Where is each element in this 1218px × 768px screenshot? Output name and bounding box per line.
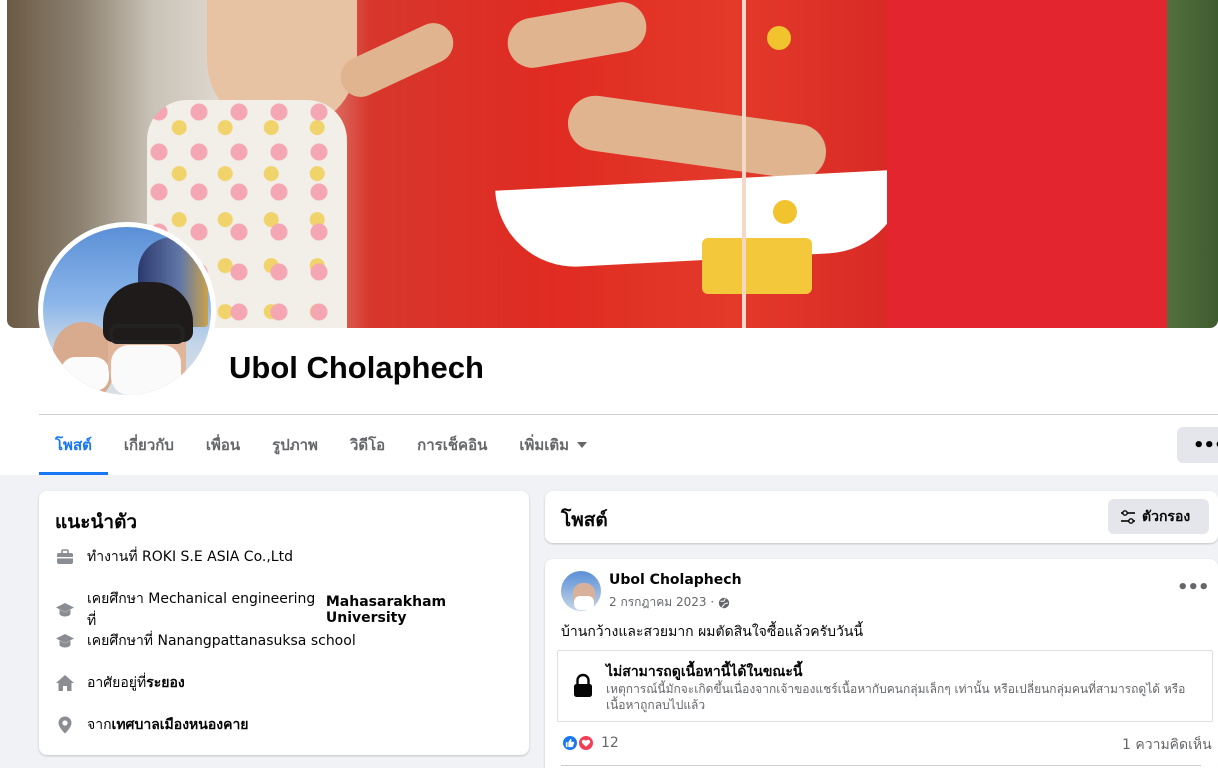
tab-label: รูปภาพ (272, 436, 318, 454)
post-reactions[interactable]: 12 (561, 734, 619, 752)
tab-friends[interactable]: เพื่อน (190, 415, 256, 475)
lock-icon (574, 673, 592, 697)
cover-seam (742, 0, 746, 328)
unavailable-content-notice: ไม่สามารถดูเนื้อหานี้ได้ในขณะนี้ เหตุการ… (557, 650, 1213, 722)
tab-label: โพสต์ (55, 436, 92, 454)
intro-card: แนะนำตัว ทำงานที่ ROKI S.E ASIA Co.,Ltd … (39, 491, 529, 755)
tab-label: การเช็คอิน (417, 436, 488, 454)
avatar[interactable] (43, 227, 211, 395)
cover-button (767, 26, 791, 50)
avatar-mask (574, 596, 594, 610)
tab-photos[interactable]: รูปภาพ (256, 415, 334, 475)
unavailable-title: ไม่สามารถดูเนื้อหานี้ได้ในขณะนี้ (606, 664, 803, 680)
graduation-cap-icon (56, 634, 74, 648)
intro-item-link[interactable]: ระยอง (146, 672, 185, 694)
tab-checkins[interactable]: การเช็คอิน (401, 415, 503, 475)
tab-label: เพื่อน (205, 436, 241, 454)
filter-button[interactable]: ตัวกรอง (1108, 499, 1209, 534)
filter-label: ตัวกรอง (1142, 508, 1191, 525)
cover-buckle (702, 238, 812, 294)
intro-item-link[interactable]: เทศบาลเมืองหนองคาย (112, 714, 249, 736)
tab-posts[interactable]: โพสต์ (39, 415, 108, 475)
tab-label: เกี่ยวกับ (123, 436, 174, 454)
cover-button (773, 200, 797, 224)
tab-label: เพิ่มเติม (519, 436, 570, 454)
avatar-glasses (109, 324, 185, 344)
intro-item-text: เคยศึกษาที่ Nanangpattanasuksa school (87, 633, 356, 649)
intro-item-text: อาศัยอยู่ที่ (87, 675, 147, 691)
post-divider (561, 765, 1201, 766)
globe-icon (718, 597, 730, 608)
intro-item-link[interactable]: Mahasarakham University (326, 594, 529, 626)
intro-item-from: จาก เทศบาลเมืองหนองคาย (55, 714, 249, 736)
intro-item-text: ทำงานที่ ROKI S.E ASIA Co.,Ltd (87, 549, 293, 565)
intro-item-school: เคยศึกษาที่ Nanangpattanasuksa school (55, 630, 356, 652)
caret-down-icon (577, 442, 588, 448)
intro-item-text: จาก (87, 717, 112, 733)
love-reaction-icon (577, 734, 595, 752)
post-text: บ้านกว้างและสวยมาก ผมตัดสินใจซื้อแล้วครั… (561, 624, 864, 640)
cover-red-shirt (887, 0, 1167, 328)
reaction-count: 12 (601, 735, 619, 751)
post-more-button[interactable]: ••• (1177, 577, 1210, 598)
tab-about[interactable]: เกี่ยวกับ (108, 415, 190, 475)
unavailable-description: เหตุการณ์นี้มักจะเกิดขึ้นเนื่องจากเจ้าขอ… (606, 682, 1186, 712)
post-author-name[interactable]: Ubol Cholaphech (609, 572, 742, 588)
avatar-mask (111, 345, 181, 395)
briefcase-icon (57, 549, 73, 564)
profile-tabs: โพสต์ เกี่ยวกับ เพื่อน รูปภาพ วิดีโอ การ… (39, 415, 603, 475)
post-date[interactable]: 2 กรกฎาคม 2023 · (609, 593, 714, 612)
location-pin-icon (58, 716, 72, 734)
filter-sliders-icon (1121, 509, 1135, 524)
intro-item-lives-in: อาศัยอยู่ที่ ระยอง (55, 672, 185, 694)
comments-count[interactable]: 1 ความคิดเห็น (1122, 734, 1212, 756)
post-card: Ubol Cholaphech 2 กรกฎาคม 2023 · ••• บ้า… (545, 559, 1218, 768)
posts-header-card: โพสต์ ตัวกรอง (545, 491, 1218, 543)
intro-item-work: ทำงานที่ ROKI S.E ASIA Co.,Ltd (55, 546, 293, 568)
intro-title: แนะนำตัว (55, 511, 138, 533)
cover-arm (503, 0, 651, 72)
tab-videos[interactable]: วิดีโอ (334, 415, 401, 475)
graduation-cap-icon (56, 603, 74, 617)
intro-item-text: เคยศึกษา Mechanical engineering ที่ (87, 591, 316, 629)
cover-arm (564, 92, 830, 183)
post-meta: 2 กรกฎาคม 2023 · (609, 593, 730, 612)
tab-label: วิดีโอ (349, 436, 386, 454)
posts-title: โพสต์ (561, 509, 608, 531)
tab-more[interactable]: เพิ่มเติม (503, 415, 603, 475)
home-icon (56, 675, 74, 691)
post-author-avatar[interactable] (561, 571, 601, 611)
more-options-button[interactable]: ••• (1177, 427, 1218, 463)
avatar-woman-mask (61, 357, 109, 391)
intro-item-education: เคยศึกษา Mechanical engineering ที่ Maha… (55, 588, 529, 632)
profile-name: Ubol Cholaphech (229, 350, 484, 385)
